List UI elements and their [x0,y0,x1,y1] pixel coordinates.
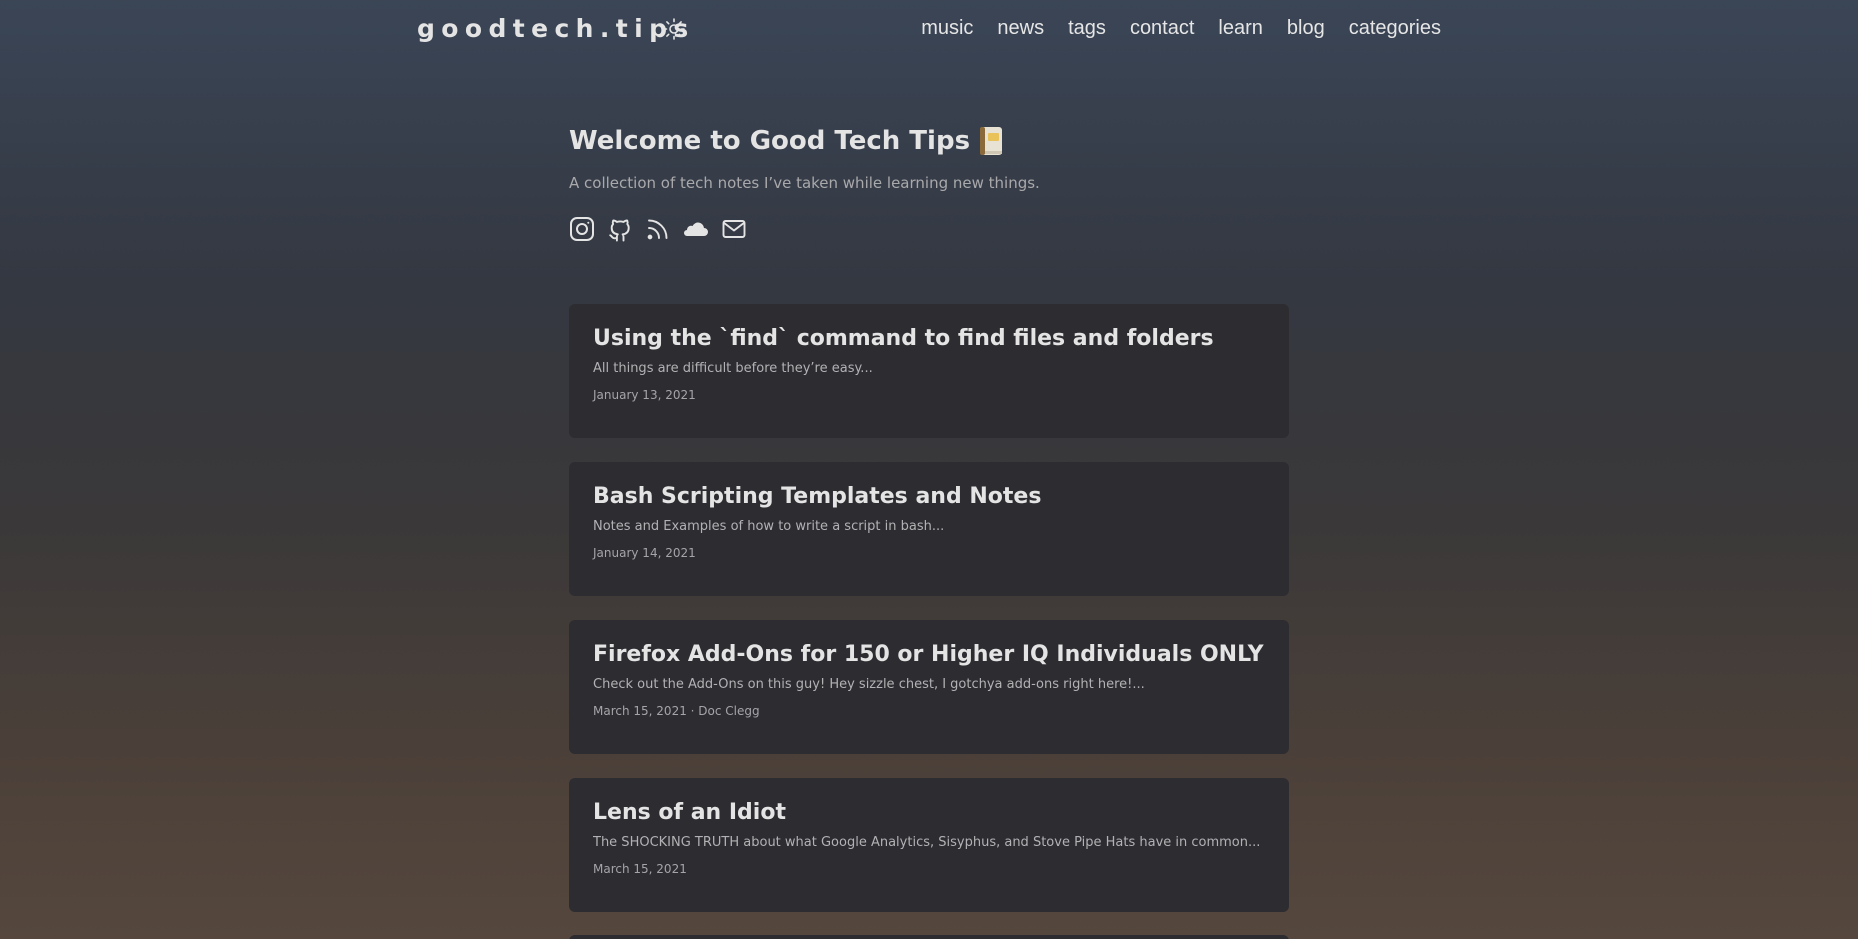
post-title[interactable]: Using the `find` command to find files a… [593,326,1265,351]
soundcloud-icon[interactable] [683,216,709,242]
page-title-text: Welcome to Good Tech Tips [569,126,971,156]
post-card[interactable]: Bash Scripting Templates and Notes Notes… [569,462,1289,596]
site-subtitle: A collection of tech notes I’ve taken wh… [569,174,1040,192]
post-title[interactable]: Firefox Add-Ons for 150 or Higher IQ Ind… [593,642,1265,667]
post-card[interactable]: Using the `find` command to find files a… [569,304,1289,438]
post-card-partial[interactable] [569,935,1289,939]
instagram-icon[interactable] [569,216,595,242]
github-icon[interactable] [607,216,633,242]
post-meta: March 15, 2021 · Doc Clegg [593,704,760,718]
sun-icon[interactable] [662,17,686,41]
post-excerpt: Check out the Add-Ons on this guy! Hey s… [593,677,1145,692]
book-icon [978,125,1004,157]
post-card[interactable]: Lens of an Idiot The SHOCKING TRUTH abou… [569,778,1289,912]
post-title[interactable]: Lens of an Idiot [593,800,1265,825]
nav-tags[interactable]: tags [1068,17,1106,40]
intro-section: Welcome to Good Tech Tips A collection o… [569,120,1289,242]
nav-learn[interactable]: learn [1218,17,1262,40]
social-links [569,216,1289,242]
rss-icon[interactable] [645,216,671,242]
site-logo[interactable]: goodtech.tips [417,14,695,43]
main-nav: music news tags contact learn blog categ… [921,17,1441,40]
nav-news[interactable]: news [997,17,1044,40]
email-icon[interactable] [721,216,747,242]
page-title: Welcome to Good Tech Tips [569,120,1289,162]
post-card[interactable]: Firefox Add-Ons for 150 or Higher IQ Ind… [569,620,1289,754]
post-title[interactable]: Bash Scripting Templates and Notes [593,484,1265,509]
post-meta: January 13, 2021 [593,388,696,402]
nav-music[interactable]: music [921,17,973,40]
post-meta: March 15, 2021 [593,862,687,876]
post-excerpt: All things are difficult before they’re … [593,361,873,376]
post-excerpt: The SHOCKING TRUTH about what Google Ana… [593,835,1261,850]
nav-contact[interactable]: contact [1130,17,1194,40]
post-meta: January 14, 2021 [593,546,696,560]
nav-categories[interactable]: categories [1349,17,1441,40]
nav-blog[interactable]: blog [1287,17,1325,40]
site-header: goodtech.tips music news tags contact le… [0,0,1858,62]
post-list: Using the `find` command to find files a… [569,304,1289,936]
post-excerpt: Notes and Examples of how to write a scr… [593,519,945,534]
